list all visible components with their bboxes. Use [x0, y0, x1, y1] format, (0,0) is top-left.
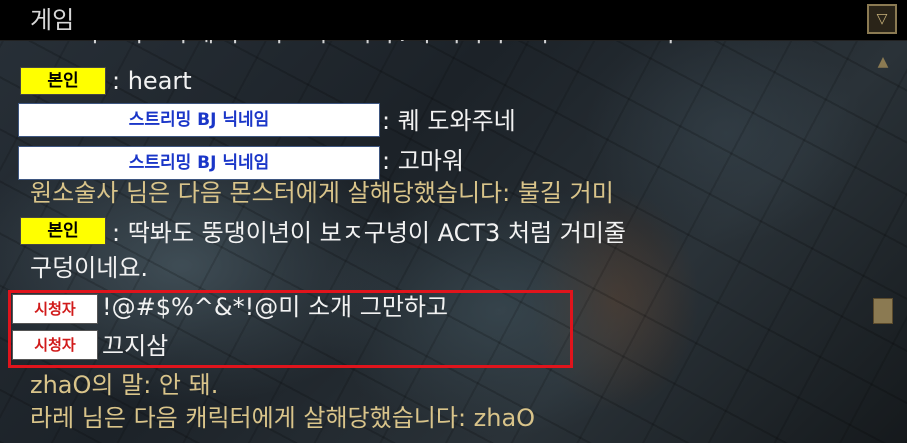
scroll-up-icon[interactable]: ▲ — [873, 52, 893, 72]
chat-line: : heart — [112, 67, 192, 95]
chat-line: : 딱봐도 뚱댕이년이 보ㅈ구녕이 ACT3 처럼 거미줄 — [112, 219, 626, 247]
system-message: 원소술사 님은 다음 몬스터에게 살해당했습니다: 불길 거미 — [30, 179, 614, 207]
chat-dropdown-button[interactable]: ▽ — [867, 4, 897, 34]
chat-title-bar: 게임 ▽ — [0, 0, 907, 41]
self-name-tag: 본인 — [20, 67, 106, 95]
chat-line: : 고마워 — [382, 147, 464, 175]
chat-message: zhaO의 말: 안 돼. — [30, 371, 219, 399]
streamer-name-tag: 스트리밍 BJ 닉네임 — [18, 103, 380, 137]
streamer-name-tag: 스트리밍 BJ 닉네임 — [18, 146, 380, 180]
scrollbar-thumb[interactable] — [873, 298, 893, 324]
triangle-down-icon: ▽ — [876, 11, 888, 27]
window-title: 게임 — [30, 6, 75, 34]
chat-line-partial: ㅋ ㅡㅓㅁㅓㅡㅓ게 ㅓㄹㅓㅁㅓㅂㅓㅓ. ㅓ ㅓㅓㅓㄹㅓㅂㅡㅡ ㅡ ㅓㅡ — [30, 40, 702, 48]
chat-line-wrap: 구덩이네요. — [30, 254, 149, 282]
highlight-box — [8, 290, 573, 368]
chat-line: : 퀘 도와주네 — [382, 107, 516, 135]
chat-log: ㅋ ㅡㅓㅁㅓㅡㅓ게 ㅓㄹㅓㅁㅓㅂㅓㅓ. ㅓ ㅓㅓㅓㄹㅓㅂㅡㅡ ㅡ ㅓㅡ : he… — [0, 40, 870, 443]
self-name-tag: 본인 — [20, 217, 106, 245]
system-message: 라레 님은 다음 캐릭터에게 살해당했습니다: zhaO — [30, 404, 536, 432]
